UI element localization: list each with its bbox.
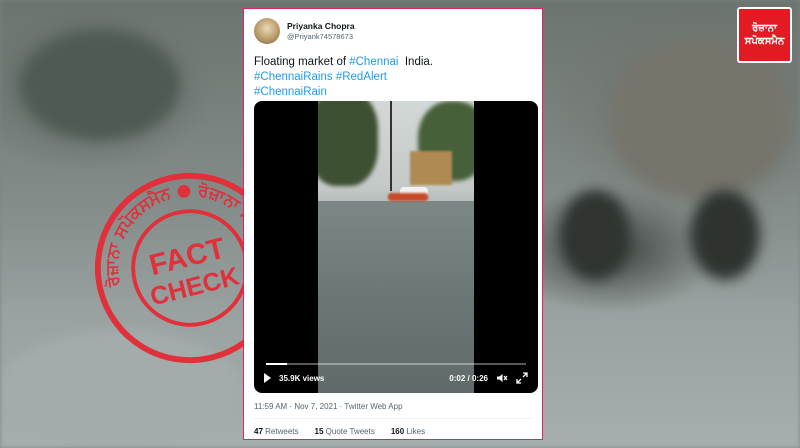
- tweet-text-prefix: Floating market of: [254, 56, 350, 68]
- tweet-header: Priyanka Chopra @Priyank74578673: [254, 18, 355, 44]
- logo-line2: ਸਪੋਕਸਮੈਨ: [744, 36, 785, 47]
- tweet-card: Priyanka Chopra @Priyank74578673 Floatin…: [243, 8, 543, 440]
- hashtags-line2[interactable]: #ChennaiRains #RedAlert: [254, 70, 539, 85]
- brand-logo: ਰੋਜ਼ਾਨਾ ਸਪੋਕਸਮੈਨ: [737, 7, 792, 63]
- video-time: 0:02 / 0:26: [449, 373, 488, 383]
- hashtags-line3[interactable]: #ChennaiRain: [254, 85, 539, 100]
- retweets-count: 47: [254, 427, 263, 436]
- video-controls: 35.9K views 0:02 / 0:26: [254, 369, 538, 387]
- volume-icon[interactable]: [496, 372, 508, 384]
- display-name[interactable]: Priyanka Chopra: [287, 21, 355, 32]
- quotes-stat[interactable]: 15 Quote Tweets: [315, 427, 375, 436]
- likes-label: Likes: [406, 427, 426, 436]
- quotes-label: Quote Tweets: [325, 427, 375, 436]
- retweets-label: Retweets: [265, 427, 299, 436]
- divider: [254, 418, 532, 419]
- author-names: Priyanka Chopra @Priyank74578673: [287, 21, 355, 42]
- video-progress-fill: [266, 363, 287, 365]
- video-frame: [318, 101, 474, 393]
- likes-count: 160: [390, 427, 405, 436]
- expand-icon[interactable]: [516, 372, 528, 384]
- tweet-text: Floating market of #Chennai India. #Chen…: [254, 55, 539, 100]
- avatar[interactable]: [254, 18, 280, 44]
- logo-line1: ਰੋਜ਼ਾਨਾ: [752, 23, 777, 34]
- video-progress-bar[interactable]: [266, 363, 526, 365]
- tweet-metadata[interactable]: 11:59 AM · Nov 7, 2021 · Twitter Web App: [254, 402, 403, 411]
- play-icon[interactable]: [264, 373, 271, 383]
- tweet-text-line1: Floating market of #Chennai India.: [254, 55, 539, 70]
- video-player[interactable]: 35.9K views 0:02 / 0:26: [254, 101, 538, 393]
- tweet-stats: 47 Retweets 15 Quote Tweets 160 Likes: [254, 427, 441, 436]
- retweets-stat[interactable]: 47 Retweets: [254, 427, 299, 436]
- tweet-text-suffix: India.: [398, 56, 433, 68]
- user-handle[interactable]: @Priyank74578673: [287, 32, 355, 42]
- quotes-count: 15: [314, 427, 324, 436]
- view-count: 35.9K views: [279, 373, 325, 383]
- likes-stat[interactable]: 160 Likes: [391, 427, 425, 436]
- hashtag-chennai[interactable]: #Chennai: [349, 56, 398, 68]
